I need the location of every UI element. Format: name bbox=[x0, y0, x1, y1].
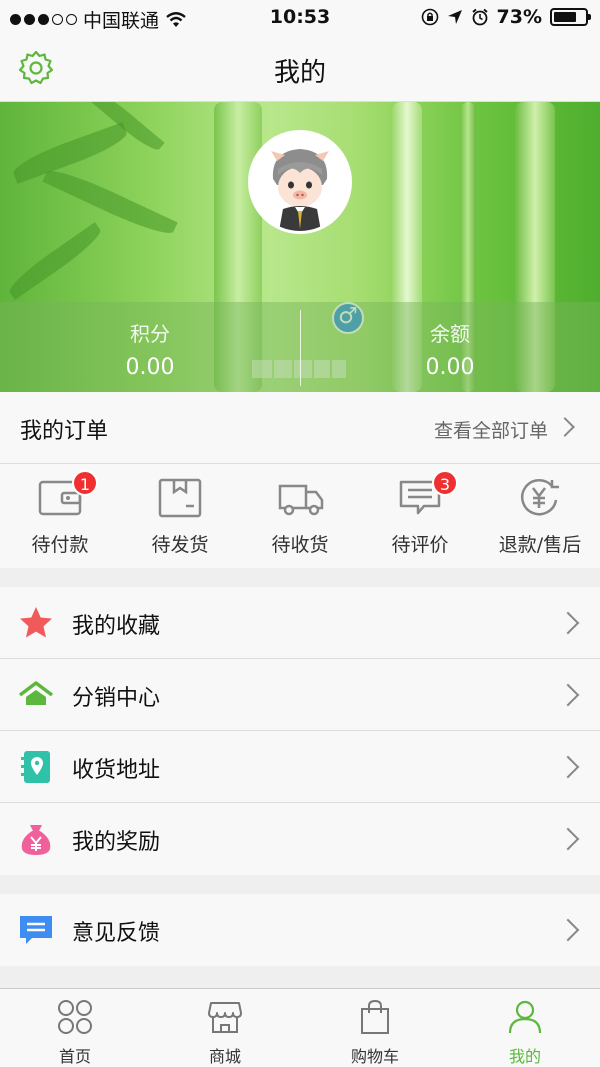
page-title: 我的 bbox=[273, 58, 326, 88]
order-label: 待收货 bbox=[271, 534, 329, 556]
order-label: 待发货 bbox=[151, 534, 209, 556]
money-bag-icon bbox=[21, 825, 51, 855]
status-right: 73% bbox=[421, 6, 591, 28]
order-refund-aftersale[interactable]: 退款/售后 bbox=[480, 464, 600, 568]
chevron-right-icon bbox=[556, 918, 580, 942]
bag-icon bbox=[361, 999, 389, 1034]
star-icon bbox=[20, 607, 52, 638]
tab-home[interactable]: 首页 bbox=[0, 989, 150, 1067]
order-pending-receipt[interactable]: 待收货 bbox=[240, 464, 360, 568]
orders-header[interactable]: 我的订单 查看全部订单 bbox=[0, 392, 600, 464]
bottom-tab-bar: 首页 商城 购物车 我的 bbox=[0, 988, 600, 1067]
menu-label: 意见反馈 bbox=[72, 921, 161, 946]
tab-label: 首页 bbox=[58, 1047, 91, 1066]
tab-label: 购物车 bbox=[350, 1047, 399, 1066]
profile-stats: 积分 0.00 余额 0.00 bbox=[0, 302, 600, 392]
nav-header: 我的 bbox=[0, 34, 600, 102]
stat-value: 0.00 bbox=[425, 355, 475, 380]
alarm-icon bbox=[471, 8, 488, 26]
menu-label: 收货地址 bbox=[72, 758, 161, 783]
menu-item-feedback[interactable]: 意见反馈 bbox=[0, 894, 600, 966]
box-icon bbox=[158, 478, 202, 518]
menu-label: 我的收藏 bbox=[72, 614, 161, 639]
home-icon bbox=[18, 681, 54, 705]
chevron-right-icon bbox=[555, 417, 575, 437]
orders-title: 我的订单 bbox=[20, 419, 109, 444]
order-pending-shipment[interactable]: 待发货 bbox=[120, 464, 240, 568]
bamboo-leaf bbox=[4, 222, 106, 300]
location-arrow-icon bbox=[447, 10, 462, 24]
tab-cart[interactable]: 购物车 bbox=[300, 989, 450, 1067]
menu-item-rewards[interactable]: 我的奖励 bbox=[0, 803, 600, 875]
order-label: 退款/售后 bbox=[498, 534, 582, 556]
order-pending-review[interactable]: 3 待评价 bbox=[360, 464, 480, 568]
tab-label: 商城 bbox=[208, 1047, 241, 1066]
chevron-right-icon bbox=[556, 611, 580, 635]
grid-icon bbox=[58, 1000, 92, 1034]
menu-item-distribution[interactable]: 分销中心 bbox=[0, 659, 600, 731]
view-all-orders-link[interactable]: 查看全部订单 bbox=[434, 416, 548, 443]
store-icon bbox=[208, 1002, 242, 1033]
badge-count: 3 bbox=[432, 470, 458, 496]
avatar-image bbox=[251, 133, 349, 231]
chevron-right-icon bbox=[556, 683, 580, 707]
menu-group-secondary: 意见反馈 bbox=[0, 894, 600, 966]
avatar[interactable] bbox=[248, 130, 352, 234]
chevron-right-icon bbox=[556, 827, 580, 851]
person-icon bbox=[508, 1000, 542, 1034]
order-label: 待评价 bbox=[391, 534, 449, 556]
chevron-right-icon bbox=[556, 755, 580, 779]
bamboo-leaf bbox=[42, 163, 178, 241]
stat-label: 余额 bbox=[430, 322, 470, 346]
status-bar: 中国联通 10:53 73% bbox=[0, 0, 600, 34]
menu-label: 分销中心 bbox=[72, 686, 161, 711]
location-book-icon bbox=[21, 751, 50, 783]
tab-label: 我的 bbox=[508, 1047, 541, 1066]
order-status-bar: 1 待付款 待发货 待收货 3 待评价 退款/售后 bbox=[0, 464, 600, 568]
menu-item-favorites[interactable]: 我的收藏 bbox=[0, 587, 600, 659]
stat-points[interactable]: 积分 0.00 bbox=[0, 302, 300, 392]
stat-label: 积分 bbox=[130, 322, 170, 346]
stat-value: 0.00 bbox=[125, 355, 175, 380]
truck-icon bbox=[278, 484, 324, 516]
stat-balance[interactable]: 余额 0.00 bbox=[300, 302, 600, 392]
refund-yen-icon bbox=[520, 478, 559, 516]
order-label: 待付款 bbox=[31, 534, 89, 556]
order-pending-payment[interactable]: 1 待付款 bbox=[0, 464, 120, 568]
badge-count: 1 bbox=[72, 470, 98, 496]
menu-item-address[interactable]: 收货地址 bbox=[0, 731, 600, 803]
feedback-icon bbox=[20, 916, 52, 944]
profile-banner: ♂ 积分 0.00 余额 0.00 bbox=[0, 102, 600, 392]
menu-group-main: 我的收藏 分销中心 收货地址 我的奖励 bbox=[0, 587, 600, 875]
battery-percent: 73% bbox=[496, 6, 542, 28]
battery-icon bbox=[550, 8, 591, 26]
tab-mine[interactable]: 我的 bbox=[450, 989, 600, 1067]
tab-mall[interactable]: 商城 bbox=[150, 989, 300, 1067]
rotation-lock-icon bbox=[421, 8, 438, 26]
menu-label: 我的奖励 bbox=[72, 830, 161, 855]
